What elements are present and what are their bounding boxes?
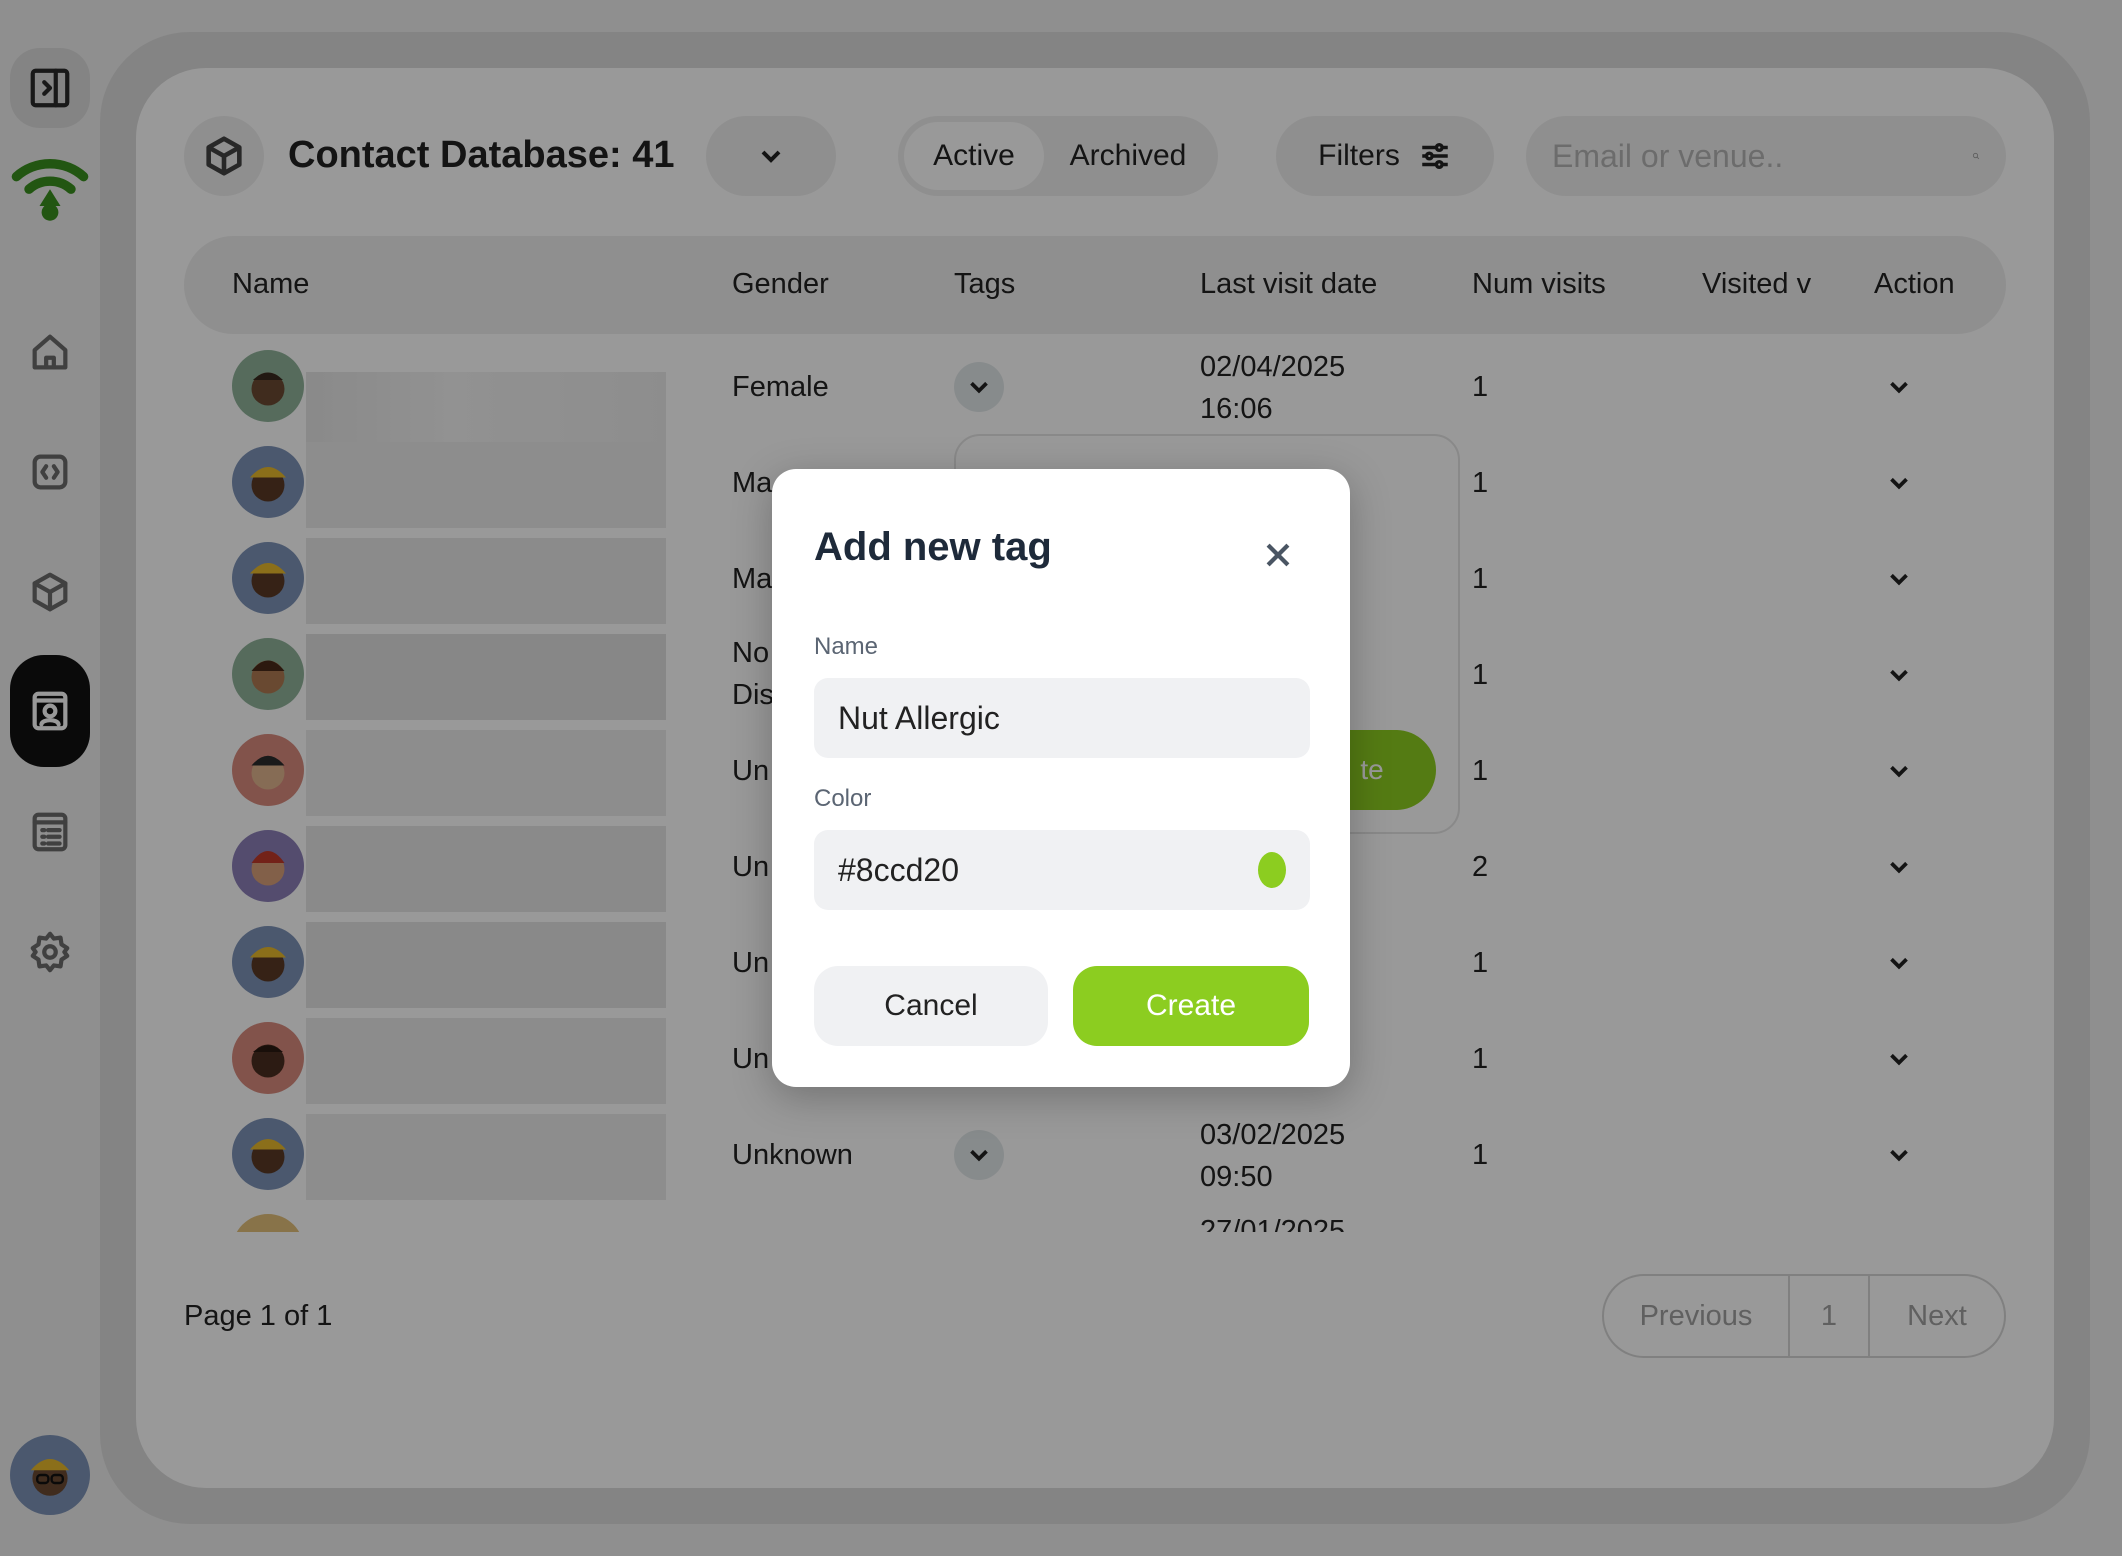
dialog-title: Add new tag <box>814 525 1052 569</box>
color-field <box>814 830 1310 910</box>
name-field <box>814 678 1310 758</box>
close-icon <box>1266 543 1290 567</box>
close-button[interactable] <box>1248 525 1308 585</box>
name-label: Name <box>814 633 879 660</box>
color-swatch[interactable] <box>1258 852 1286 888</box>
create-button[interactable]: Create <box>1073 966 1309 1046</box>
tag-color-input[interactable] <box>838 851 1258 889</box>
tag-name-input[interactable] <box>838 699 1286 737</box>
app-window: Contact Database: 41 Active Archived Fil… <box>0 0 2122 1556</box>
cancel-button[interactable]: Cancel <box>814 966 1048 1046</box>
add-tag-dialog: Add new tag Name Color Cancel Create <box>772 469 1350 1087</box>
color-label: Color <box>814 785 872 812</box>
